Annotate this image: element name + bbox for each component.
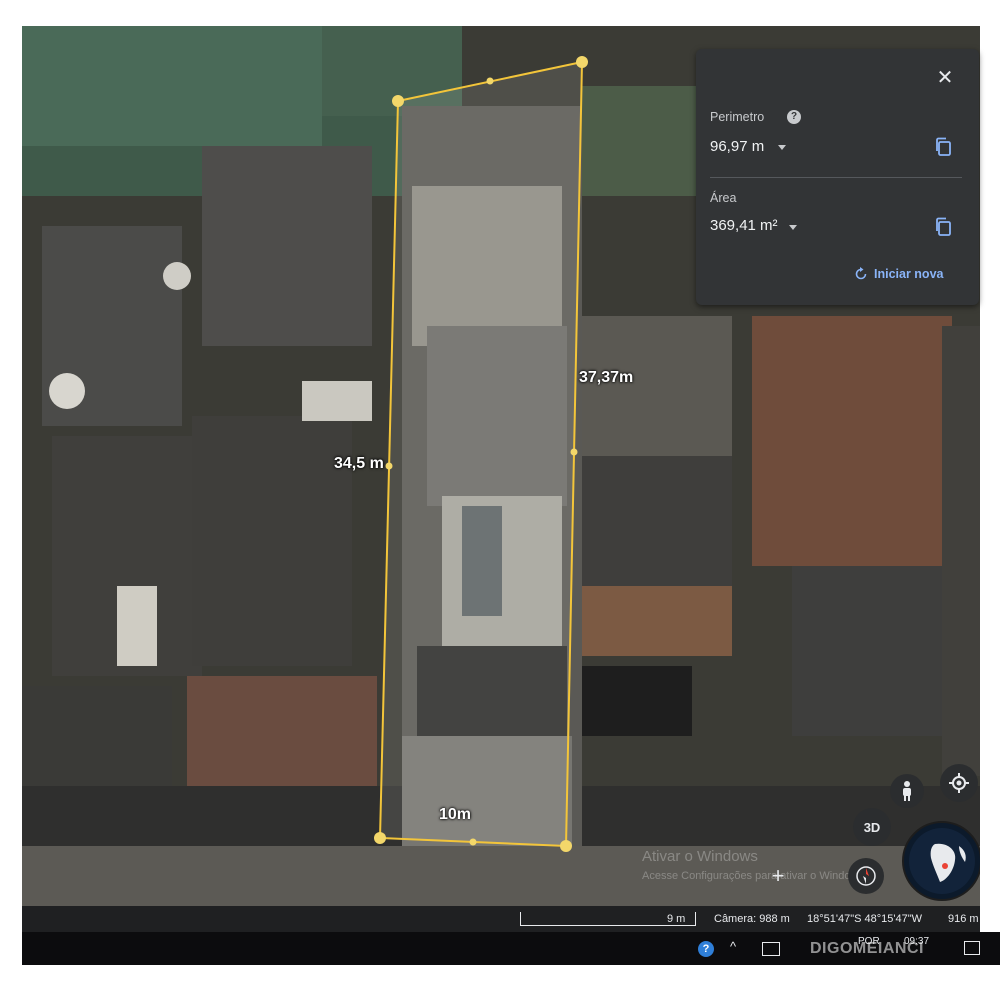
compass-icon [856,866,876,886]
start-new-button[interactable]: Iniciar nova [854,265,943,283]
polygon-midpoint[interactable] [385,462,393,470]
measure-panel: ✕ Perimetro ? 96,97 m Área 369,41 m² Ini… [696,49,979,305]
globe-icon [909,828,975,894]
my-location-button[interactable] [940,764,978,802]
tray-expand-icon[interactable]: ^ [730,939,736,954]
elevation: 916 m [948,913,979,925]
toggle-3d-button[interactable]: 3D [853,808,891,846]
help-tray-icon[interactable]: ? [698,941,714,957]
perimeter-label: Perimetro [710,110,765,124]
close-panel-button[interactable]: ✕ [934,67,956,89]
polygon-midpoint[interactable] [570,448,578,456]
copy-area-icon[interactable] [934,217,952,237]
polygon-vertex[interactable] [392,95,404,107]
compass-button[interactable] [848,858,884,894]
right-side-length: 37,37m [579,369,634,386]
panel-divider [710,177,962,178]
pegman-button[interactable] [890,774,924,808]
windows-taskbar: ? ^ DIGOMEIANCI POR 09:37 [22,932,1000,965]
perimeter-unit-dropdown-icon[interactable] [778,145,786,150]
area-unit-dropdown-icon[interactable] [789,225,797,230]
notifications-icon[interactable] [964,941,980,955]
refresh-icon [855,267,867,280]
scale-label: 9 m [667,913,686,925]
perimeter-value[interactable]: 96,97 m [710,138,764,155]
start-new-label: Iniciar nova [874,267,944,281]
language-indicator[interactable]: POR [858,936,880,947]
polygon-vertex[interactable] [560,840,572,852]
help-icon[interactable]: ? [787,110,801,124]
camera-altitude: Câmera: 988 m [714,913,790,925]
left-side-length: 34,5 m [334,455,384,472]
polygon-midpoint[interactable] [486,77,494,85]
clock[interactable]: 09:37 [904,936,929,947]
status-bar: 9 m Câmera: 988 m 18°51'47"S 48°15'47"W … [22,906,980,932]
globe-minimap[interactable] [902,821,980,901]
network-icon[interactable] [762,942,780,956]
location-icon [949,773,969,793]
pegman-icon [903,781,911,801]
area-value[interactable]: 369,41 m² [710,217,778,234]
copy-perimeter-icon[interactable] [934,137,952,157]
activation-watermark-text: Acesse Configurações para ativar o Windo… [642,870,867,882]
polygon-vertex[interactable] [374,832,386,844]
polygon-midpoint[interactable] [469,838,477,846]
zoom-in-button[interactable]: + [764,862,792,890]
activation-watermark-title: Ativar o Windows [642,848,758,865]
area-label: Área [710,191,737,205]
coordinates: 18°51'47"S 48°15'47"W [807,913,922,925]
polygon-vertex[interactable] [576,56,588,68]
bottom-side-length: 10m [439,806,472,823]
